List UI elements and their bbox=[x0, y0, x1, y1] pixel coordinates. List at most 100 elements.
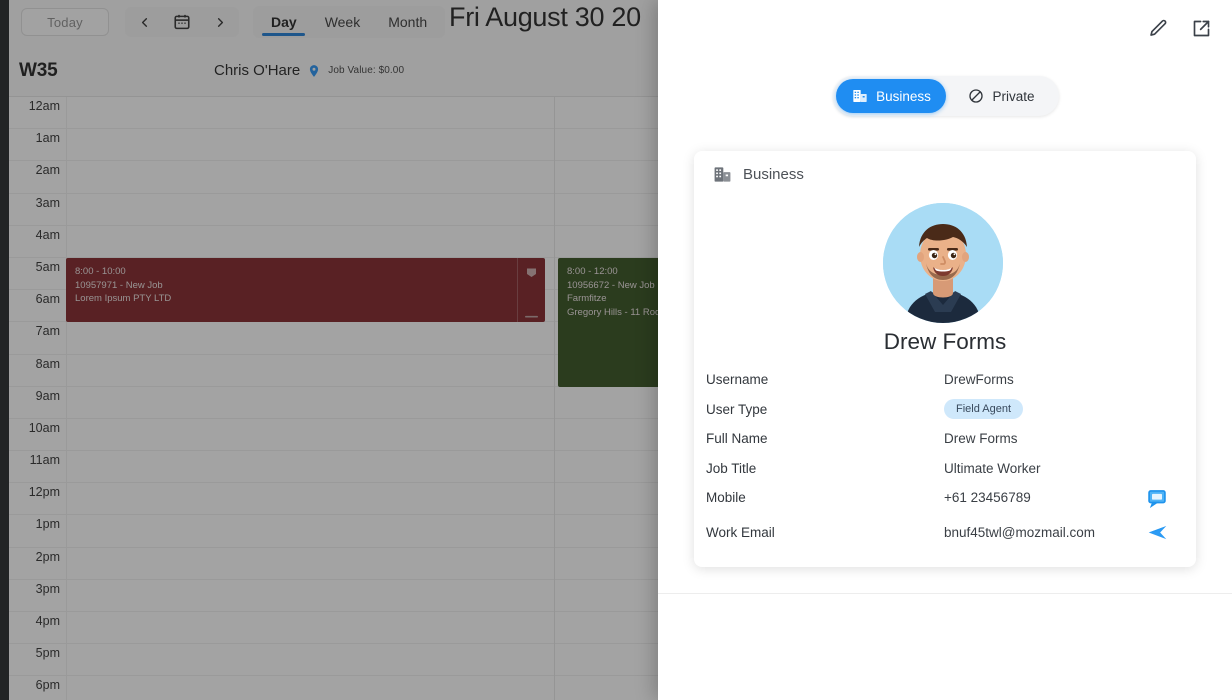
business-profile-card: Business Drew Forms Username DrewForms U… bbox=[694, 151, 1196, 567]
chevron-right-icon[interactable] bbox=[211, 13, 229, 31]
time-axis-label: 10am bbox=[28, 420, 60, 435]
time-axis-label: 2pm bbox=[35, 549, 60, 564]
building-icon bbox=[713, 165, 732, 184]
time-axis-label: 6am bbox=[35, 292, 60, 307]
resource-header: Chris O'Hare Job Value: $0.00 bbox=[214, 62, 404, 79]
time-axis-row: 12pm bbox=[9, 483, 66, 516]
time-axis-row: 10am bbox=[9, 419, 66, 452]
field-value: Ultimate Worker bbox=[944, 460, 1041, 476]
time-axis-label: 12pm bbox=[28, 485, 60, 500]
field-row-user-type: User Type Field Agent bbox=[706, 395, 1184, 425]
time-axis-label: 1am bbox=[35, 131, 60, 146]
time-axis-row: 2am bbox=[9, 161, 66, 194]
time-axis-label: 6pm bbox=[35, 678, 60, 693]
field-label: User Type bbox=[706, 401, 768, 417]
time-axis-label: 11am bbox=[29, 453, 60, 468]
field-label: Mobile bbox=[706, 490, 746, 506]
time-axis-row: 5am bbox=[9, 258, 66, 291]
tab-month[interactable]: Month bbox=[374, 6, 441, 38]
field-value: +61 23456789 bbox=[944, 490, 1031, 506]
segment-business-label: Business bbox=[876, 88, 931, 104]
open-external-icon[interactable] bbox=[1191, 18, 1212, 39]
time-axis-label: 9am bbox=[35, 388, 60, 403]
time-axis-row: 2pm bbox=[9, 548, 66, 580]
event-side-controls[interactable] bbox=[517, 258, 545, 322]
time-axis-label: 3am bbox=[35, 195, 60, 210]
resize-handle-icon[interactable] bbox=[525, 307, 538, 318]
event-time: 8:00 - 12:00 bbox=[567, 266, 618, 277]
calendar-icon[interactable] bbox=[173, 13, 191, 31]
field-value: Drew Forms bbox=[944, 431, 1018, 447]
tab-week[interactable]: Week bbox=[311, 6, 375, 38]
calendar-event-red[interactable]: 8:00 - 10:00 10957971 - New Job Lorem Ip… bbox=[66, 258, 545, 322]
time-axis: 12am 1am 2am 3am 4am 5am 6am 7am 8am 9am 10am 11am 1… bbox=[9, 97, 66, 700]
account-type-switcher: Business Private bbox=[833, 76, 1059, 116]
time-axis-row: 7am bbox=[9, 322, 66, 355]
time-axis-row: 1pm bbox=[9, 515, 66, 548]
segment-private[interactable]: Private bbox=[946, 79, 1056, 113]
tab-day[interactable]: Day bbox=[257, 6, 311, 38]
tab-month-label: Month bbox=[388, 14, 428, 30]
time-axis-label: 8am bbox=[35, 356, 60, 371]
event-time: 8:00 - 10:00 bbox=[75, 266, 126, 277]
today-button-label: Today bbox=[47, 14, 83, 30]
field-row-full-name: Full Name Drew Forms bbox=[706, 424, 1184, 454]
event-company: Lorem Ipsum PTY LTD bbox=[75, 293, 172, 304]
time-axis-label: 7am bbox=[35, 324, 60, 339]
today-button[interactable]: Today bbox=[21, 8, 109, 36]
segment-business[interactable]: Business bbox=[836, 79, 946, 113]
time-axis-row: 3am bbox=[9, 194, 66, 226]
field-row-job-title: Job Title Ultimate Worker bbox=[706, 454, 1184, 484]
field-row-mobile: Mobile +61 23456789 bbox=[706, 483, 1184, 513]
field-value: Field Agent bbox=[944, 399, 1024, 420]
time-axis-label: 4pm bbox=[35, 614, 60, 628]
event-job: 10957971 - New Job bbox=[75, 279, 163, 291]
event-address: Gregory Hills - 11 Rodeo bbox=[567, 306, 671, 318]
block-circle-icon bbox=[967, 88, 984, 105]
time-axis-label: 5am bbox=[35, 259, 60, 274]
status-badge: Field Agent bbox=[944, 399, 1024, 420]
field-label: Job Title bbox=[706, 460, 757, 476]
user-detail-panel: Business Private Business Drew Forms Use… bbox=[658, 0, 1232, 700]
event-job: 10956672 - New Job bbox=[567, 279, 655, 291]
event-company: Farmfitze bbox=[567, 293, 607, 304]
time-axis-label: 5pm bbox=[35, 646, 60, 661]
segment-private-label: Private bbox=[992, 88, 1035, 104]
field-row-work-email: Work Email bnuf45twl@mozmail.com bbox=[706, 518, 1184, 548]
send-icon[interactable] bbox=[1147, 522, 1167, 542]
time-axis-label: 12am bbox=[28, 99, 60, 113]
time-axis-row: 1am bbox=[9, 129, 66, 162]
tab-day-label: Day bbox=[271, 14, 297, 30]
time-axis-label: 3pm bbox=[35, 581, 60, 596]
chevron-left-icon[interactable] bbox=[135, 13, 153, 31]
field-label: Username bbox=[706, 372, 769, 388]
panel-action-bar bbox=[1148, 18, 1212, 39]
column-separator bbox=[554, 97, 555, 700]
resource-name: Chris O'Hare bbox=[214, 62, 301, 79]
time-axis-row: 9am bbox=[9, 387, 66, 419]
flag-icon[interactable] bbox=[525, 266, 538, 278]
time-axis-row: 4am bbox=[9, 226, 66, 258]
app-root: Today Day Week Month Fri August 30 20 W3… bbox=[0, 0, 1232, 700]
time-axis-row: 4pm bbox=[9, 612, 66, 645]
calendar-event-green[interactable]: 8:00 - 12:00 10956672 - New Job Farmfitz… bbox=[558, 258, 671, 387]
field-row-username: Username DrewForms bbox=[706, 365, 1184, 395]
person-name: Drew Forms bbox=[883, 329, 1007, 354]
time-axis-label: 2am bbox=[35, 163, 60, 178]
field-value: bnuf45twl@mozmail.com bbox=[944, 524, 1096, 540]
field-label: Full Name bbox=[706, 431, 768, 447]
profile-fields: Username DrewForms User Type Field Agent… bbox=[706, 365, 1184, 547]
field-value: DrewForms bbox=[944, 372, 1014, 388]
time-axis-label: 4am bbox=[35, 227, 60, 242]
building-icon bbox=[851, 88, 868, 105]
time-axis-row: 6am bbox=[9, 290, 66, 323]
view-switcher: Day Week Month bbox=[253, 6, 446, 38]
week-number-label: W35 bbox=[19, 60, 58, 81]
message-icon[interactable] bbox=[1147, 488, 1167, 508]
edit-pencil-icon[interactable] bbox=[1148, 18, 1169, 39]
calendar-nav-group bbox=[125, 7, 239, 37]
time-axis-row: 3pm bbox=[9, 580, 66, 612]
job-value-label: Job Value: $0.00 bbox=[328, 65, 405, 76]
app-left-rail bbox=[0, 0, 9, 700]
card-header-label: Business bbox=[743, 166, 804, 183]
